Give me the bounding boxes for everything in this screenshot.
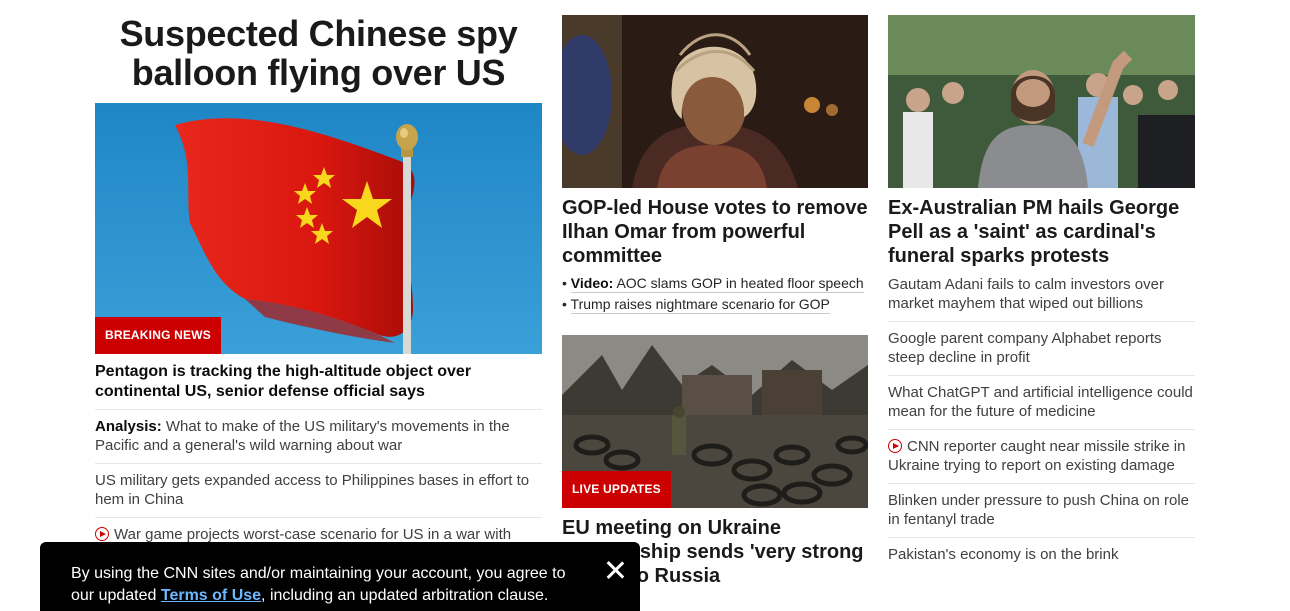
protest-image[interactable] xyxy=(888,15,1195,188)
lead-story-title[interactable]: Pentagon is tracking the high-altitude o… xyxy=(95,362,542,410)
right-column: Ex-Australian PM hails George Pell as a … xyxy=(888,0,1195,572)
pell-story-title[interactable]: Ex-Australian PM hails George Pell as a … xyxy=(888,196,1195,268)
lead-headline[interactable]: Suspected Chinese spy balloon flying ove… xyxy=(95,14,542,103)
lead-column: Suspected Chinese spy balloon flying ove… xyxy=(95,0,542,552)
list-item[interactable]: US military gets expanded access to Phil… xyxy=(95,464,542,518)
analysis-label: Analysis: xyxy=(95,418,162,435)
video-label: Video: xyxy=(570,275,614,291)
story-text: War game projects worst-case scenario fo… xyxy=(114,526,512,543)
terms-toast: By using the CNN sites and/or maintainin… xyxy=(40,542,640,611)
list-item[interactable]: Analysis: What to make of the US militar… xyxy=(95,410,542,464)
close-icon[interactable] xyxy=(604,559,626,581)
toast-text-tail: , including an updated arbitration claus… xyxy=(261,587,549,604)
story-text: Blinken under pressure to push China on … xyxy=(888,492,1190,528)
omar-story-title[interactable]: GOP-led House votes to remove Ilhan Omar… xyxy=(562,196,868,268)
story-text: What ChatGPT and artificial intelligence… xyxy=(888,384,1193,420)
bullet-text: Trump raises nightmare scenario for GOP xyxy=(570,296,830,314)
list-item[interactable]: Pakistan's economy is on the brink xyxy=(888,538,1195,572)
bullet-item[interactable]: • Trump raises nightmare scenario for GO… xyxy=(562,295,868,314)
ukraine-image[interactable]: LIVE UPDATES xyxy=(562,335,868,508)
list-item[interactable]: What ChatGPT and artificial intelligence… xyxy=(888,376,1195,430)
terms-of-use-link[interactable]: Terms of Use xyxy=(161,587,261,604)
bullet-text: AOC slams GOP in heated floor speech xyxy=(616,275,864,291)
omar-image[interactable] xyxy=(562,15,868,188)
story-text: Gautam Adani fails to calm investors ove… xyxy=(888,276,1164,312)
lead-image[interactable]: BREAKING NEWS xyxy=(95,103,542,354)
breaking-news-badge: BREAKING NEWS xyxy=(95,317,221,354)
bullet-item[interactable]: • Video: AOC slams GOP in heated floor s… xyxy=(562,274,868,293)
list-item[interactable]: Gautam Adani fails to calm investors ove… xyxy=(888,268,1195,322)
list-item[interactable]: Blinken under pressure to push China on … xyxy=(888,484,1195,538)
play-icon xyxy=(888,439,902,453)
play-icon xyxy=(95,527,109,541)
story-text: US military gets expanded access to Phil… xyxy=(95,472,530,508)
story-text: CNN reporter caught near missile strike … xyxy=(888,438,1186,474)
middle-column: GOP-led House votes to remove Ilhan Omar… xyxy=(562,0,868,588)
story-text: Pakistan's economy is on the brink xyxy=(888,546,1119,563)
list-item[interactable]: CNN reporter caught near missile strike … xyxy=(888,430,1195,484)
list-item[interactable]: Google parent company Alphabet reports s… xyxy=(888,322,1195,376)
story-text: Google parent company Alphabet reports s… xyxy=(888,330,1162,366)
live-updates-badge: LIVE UPDATES xyxy=(562,471,671,508)
